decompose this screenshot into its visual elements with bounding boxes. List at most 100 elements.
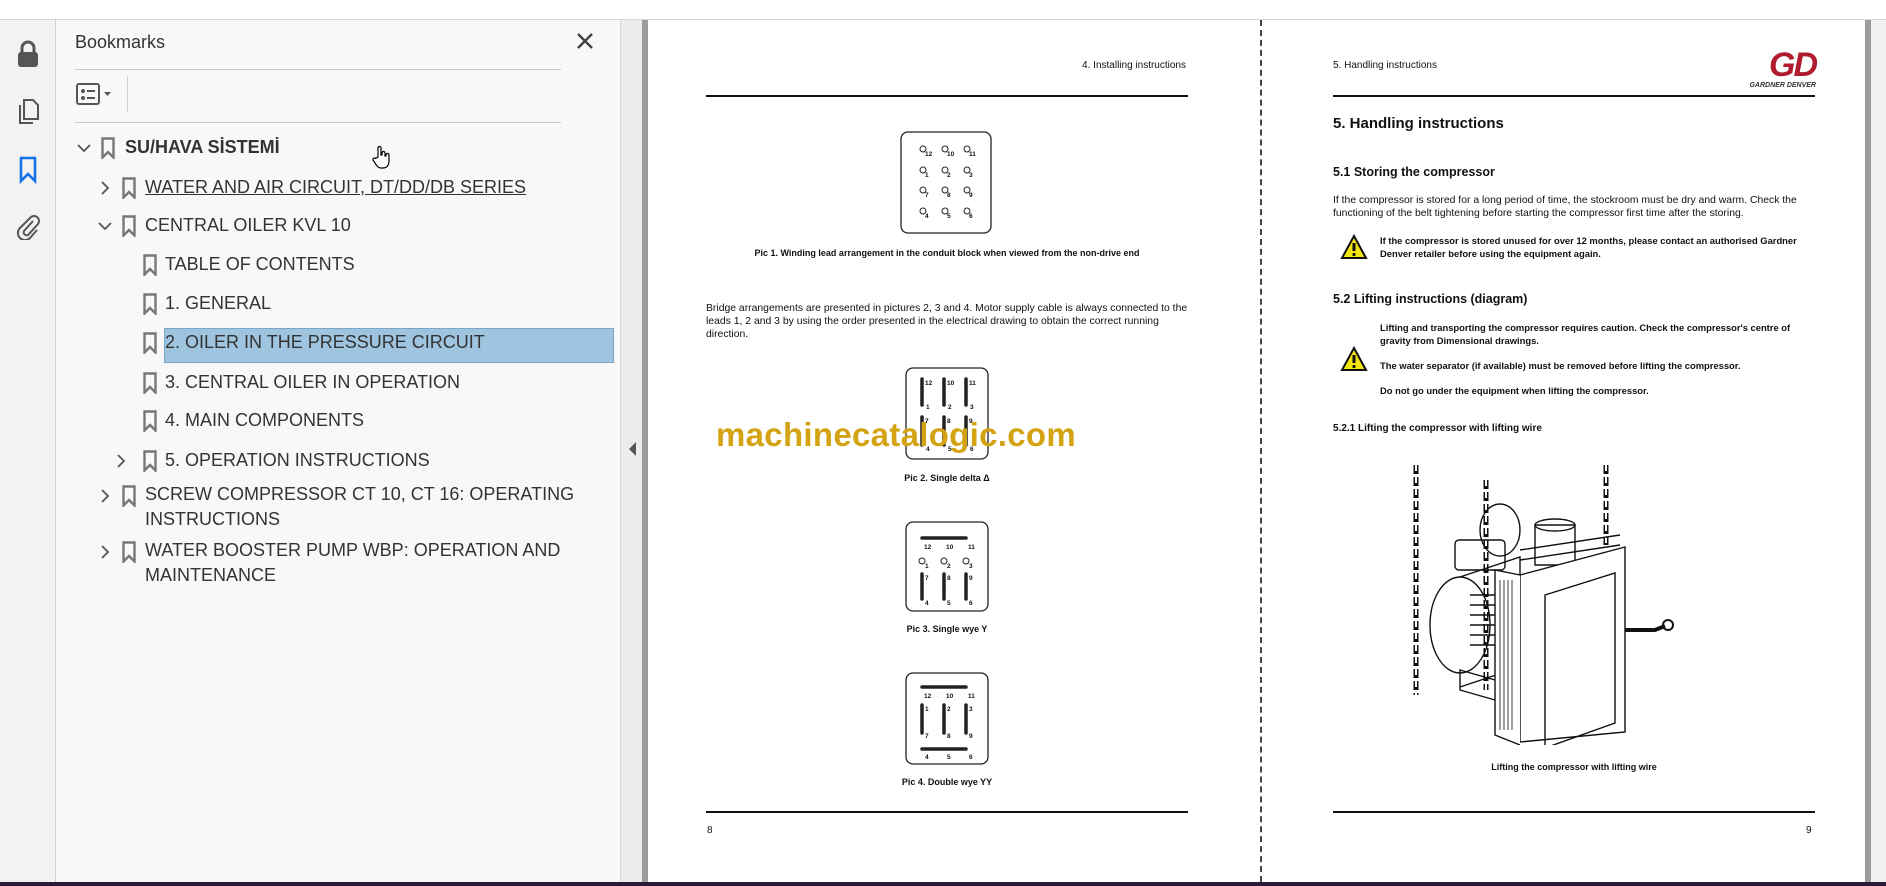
logo-subtext: GARDNER DENVER	[1749, 82, 1816, 89]
pin-label: 1	[925, 706, 929, 713]
bookmark-item[interactable]: WATER BOOSTER PUMP WBP: OPERATION AND MAI…	[56, 538, 616, 585]
label-line: INSTRUCTIONS	[145, 509, 280, 529]
bookmark-label: 4. MAIN COMPONENTS	[165, 410, 365, 430]
bookmark-item[interactable]: 1. GENERAL	[56, 286, 616, 322]
pin-label: 1	[925, 563, 929, 570]
bookmark-icon	[122, 215, 136, 237]
pic3-caption: Pic 3. Single wye Y	[906, 624, 988, 634]
bookmark-options-button[interactable]	[75, 80, 115, 108]
bookmark-label: 3. CENTRAL OILER IN OPERATION	[165, 372, 461, 392]
pin-label: 5	[947, 600, 951, 607]
pin-label: 1	[925, 172, 929, 179]
pin-label: 4	[925, 213, 929, 220]
figure-caption: Lifting the compressor with lifting wire	[1491, 762, 1657, 772]
footer-rule	[1333, 811, 1815, 813]
chevron-right-icon[interactable]	[97, 488, 113, 504]
bookmark-item[interactable]: TABLE OF CONTENTS	[56, 247, 616, 283]
close-panel-button[interactable]	[572, 28, 598, 54]
pic2-caption: Pic 2. Single delta Δ	[904, 473, 990, 483]
chevron-down-icon[interactable]	[76, 140, 92, 156]
warning-text: The water separator (if available) must …	[1380, 360, 1741, 371]
gardner-denver-logo: GD GARDNER DENVER	[1740, 46, 1818, 92]
hand-cursor-icon	[372, 145, 390, 169]
chevron-right-icon[interactable]	[97, 544, 113, 560]
bookmark-icon[interactable]	[12, 154, 44, 186]
pin-label: 6	[969, 754, 973, 761]
pic1-diagram: 12 10 111 2 37 8 94 5 6	[900, 131, 992, 234]
bookmark-label: CENTRAL OILER KVL 10	[145, 215, 351, 235]
pin-label: 5	[947, 213, 951, 220]
bookmark-icon	[122, 541, 136, 563]
bookmark-item[interactable]: 3. CENTRAL OILER IN OPERATION	[56, 365, 616, 401]
header-rule	[706, 95, 1188, 97]
chevron-right-icon[interactable]	[97, 180, 113, 196]
divider	[127, 76, 128, 112]
pin-label: 3	[969, 172, 973, 179]
label-line: SCREW COMPRESSOR CT 10, CT 16: OPERATING	[145, 484, 575, 504]
body-paragraph: Bridge arrangements are presented in pic…	[706, 303, 1188, 340]
divider	[75, 122, 561, 123]
lock-icon[interactable]	[12, 38, 44, 70]
pin-label: 6	[969, 213, 973, 220]
paperclip-icon[interactable]	[12, 210, 44, 242]
pic1-caption: Pic 1. Winding lead arrangement in the c…	[754, 248, 1140, 258]
chevron-right-icon[interactable]	[113, 453, 129, 469]
pic3-diagram: 12 1 7 4 10 2 8 5 11 3 9 6	[905, 521, 989, 612]
pin-label: 8	[947, 192, 951, 199]
pic4-diagram: 12 1 7 4 10 2 8 5 11 3 9 6	[905, 672, 989, 765]
bookmark-icon	[143, 254, 157, 276]
pin-label: 8	[947, 575, 951, 582]
pin-label: 10	[946, 544, 954, 551]
taskbar-edge	[0, 882, 1886, 886]
bookmark-label: SCREW COMPRESSOR CT 10, CT 16: OPERATING…	[145, 482, 574, 532]
bookmark-item[interactable]: WATER AND AIR CIRCUIT, DT/DD/DB SERIES	[56, 170, 616, 206]
label-line: WATER BOOSTER PUMP WBP: OPERATION AND	[145, 540, 561, 560]
logo-mark: GD	[1769, 46, 1818, 84]
pin-label: 10	[947, 151, 955, 158]
vertical-scrollbar[interactable]	[1865, 20, 1886, 882]
bookmark-icon	[101, 137, 115, 159]
pic4-caption: Pic 4. Double wye YY	[901, 777, 993, 787]
pin-label: 11	[969, 151, 976, 158]
bookmark-item[interactable]: 5. OPERATION INSTRUCTIONS	[56, 443, 616, 479]
pin-label: 12	[924, 693, 932, 700]
top-toolbar	[0, 0, 1886, 20]
pin-label: 10	[947, 380, 955, 387]
pin-label: 5	[947, 754, 951, 761]
pin-label: 10	[946, 693, 954, 700]
pin-label: 6	[969, 600, 973, 607]
list-options-icon	[76, 83, 111, 105]
panel-collapse-strip[interactable]	[620, 20, 648, 882]
subsubsection-heading: 5.2.1 Lifting the compressor with liftin…	[1333, 423, 1542, 434]
bookmark-item[interactable]: SU/HAVA SİSTEMİ	[56, 130, 616, 166]
pin-label: 11	[969, 380, 976, 387]
pin-label: 9	[969, 575, 973, 582]
bookmark-icon	[143, 372, 157, 394]
pages-icon[interactable]	[12, 96, 44, 128]
bookmark-item[interactable]: 4. MAIN COMPONENTS	[56, 403, 616, 439]
bookmark-item[interactable]: 2. OILER IN THE PRESSURE CIRCUIT	[56, 325, 616, 361]
bookmark-label: 2. OILER IN THE PRESSURE CIRCUIT	[165, 332, 485, 352]
pin-label: 2	[947, 706, 951, 713]
bookmarks-panel: Bookmarks SU/HAVA SİSTEMİ WATER AND AIR C…	[56, 20, 620, 882]
pin-label: 3	[970, 404, 974, 411]
pin-label: 9	[969, 733, 973, 740]
bookmark-icon	[143, 293, 157, 315]
subsection-heading: 5.1 Storing the compressor	[1333, 165, 1495, 179]
chevron-down-icon[interactable]	[97, 218, 113, 234]
pin-label: 2	[947, 172, 951, 179]
bookmark-icon	[122, 485, 136, 507]
pin-label: 3	[969, 563, 973, 570]
bookmark-icon	[143, 410, 157, 432]
pin-label: 11	[968, 693, 975, 700]
bookmark-icon	[143, 332, 157, 354]
page-header: 5. Handling instructions	[1333, 60, 1437, 71]
panel-title: Bookmarks	[75, 32, 166, 52]
divider	[75, 69, 561, 70]
pin-label: 12	[925, 380, 933, 387]
bookmark-item[interactable]: CENTRAL OILER KVL 10	[56, 208, 616, 244]
label-line: MAINTENANCE	[145, 565, 277, 585]
pin-label: 8	[947, 733, 951, 740]
bookmark-icon	[143, 450, 157, 472]
bookmark-item[interactable]: SCREW COMPRESSOR CT 10, CT 16: OPERATING…	[56, 482, 616, 529]
